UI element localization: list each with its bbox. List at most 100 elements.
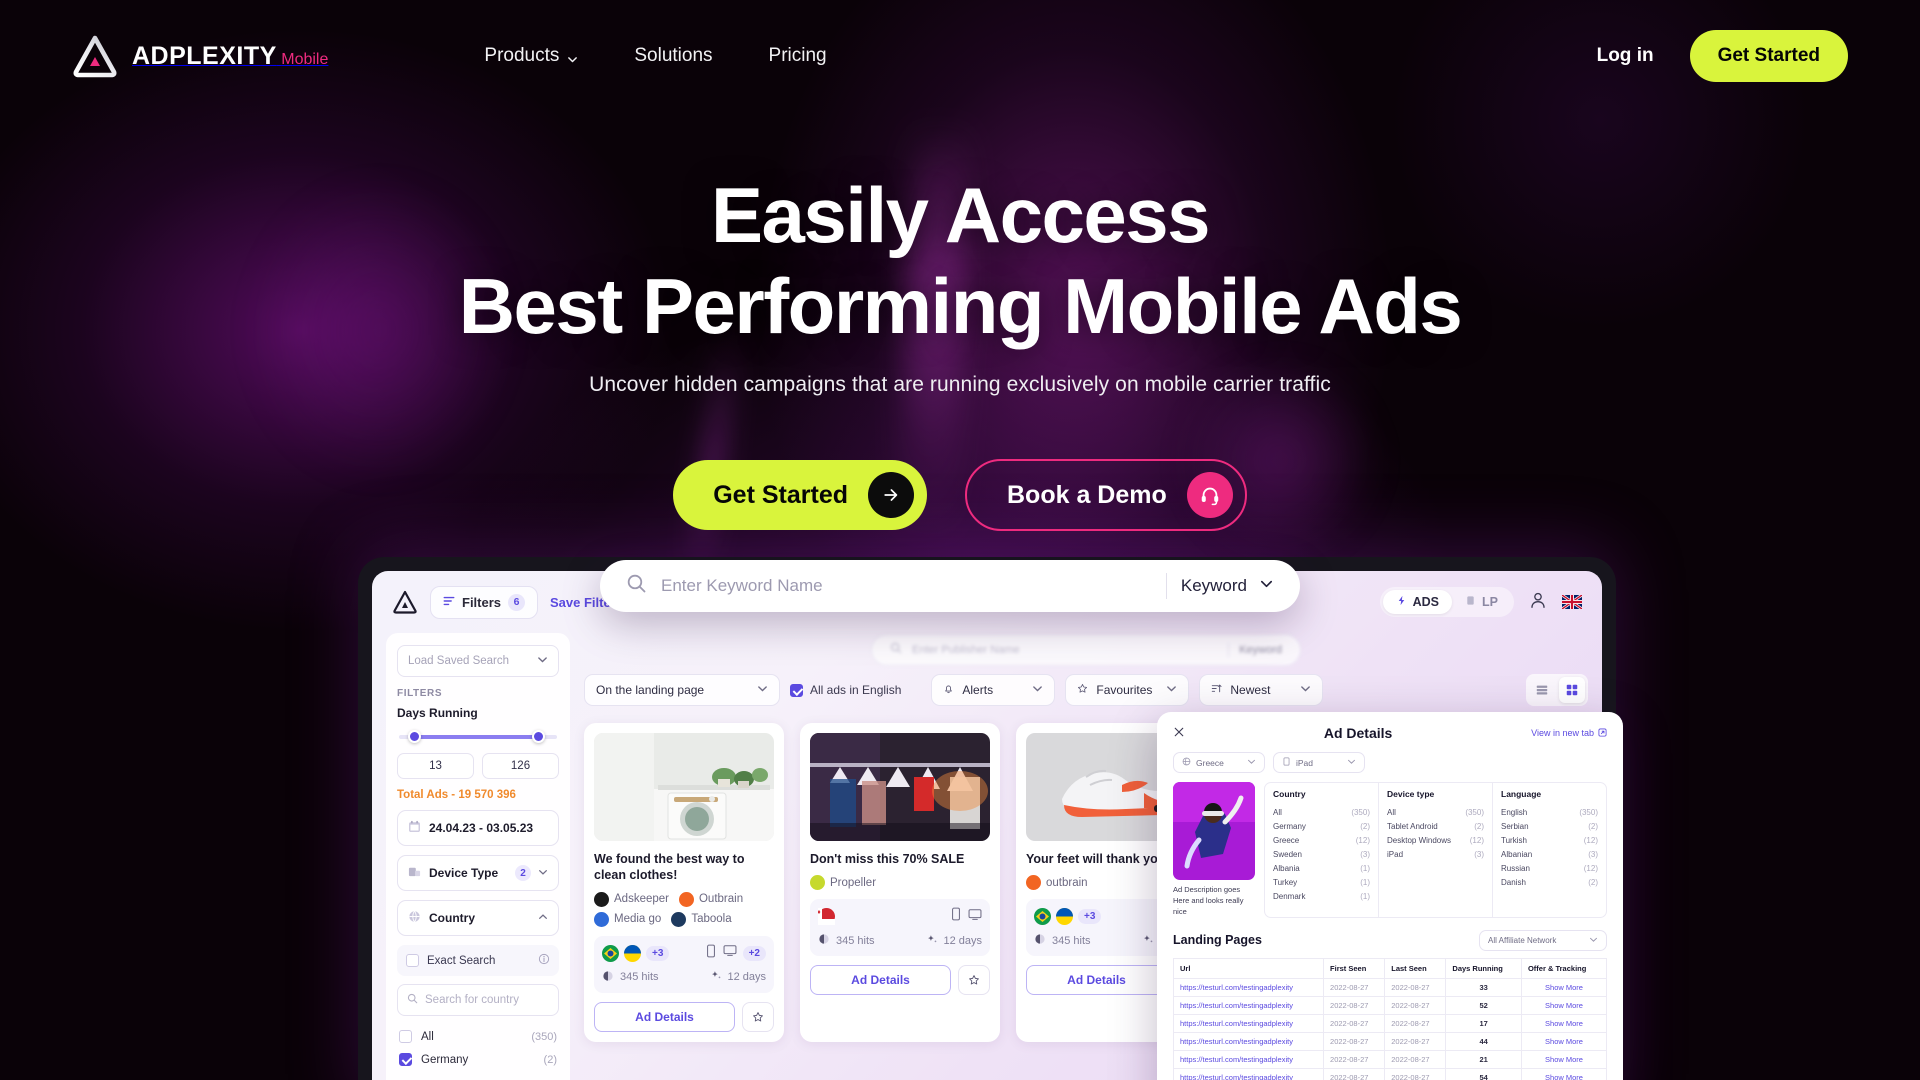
show-more-link[interactable]: Show More [1520,1067,1608,1080]
view-in-new-tab-label: View in new tab [1531,728,1594,738]
favourite-star-button[interactable] [742,1001,774,1032]
hero-search-bar[interactable]: Enter Keyword Name Keyword [600,560,1300,612]
app-topbar-actions: ADS LP [1379,587,1583,617]
table-row: iPad (3) [1387,847,1484,861]
show-more-link[interactable]: Show More [1520,1049,1608,1069]
nav-item-products[interactable]: Products [484,45,578,67]
exact-search-row[interactable]: Exact Search [397,945,559,976]
row-value: (12) [1469,835,1484,845]
search-mode-select[interactable]: Keyword [1181,576,1274,596]
filters-button[interactable]: Filters 6 [430,585,539,619]
hero-subtitle: Uncover hidden campaigns that are runnin… [589,373,1331,397]
favourites-select[interactable]: Favourites [1065,674,1190,706]
table-row: Serbian (2) [1501,819,1598,833]
show-more-link[interactable]: Show More [1520,977,1608,997]
view-in-new-tab-link[interactable]: View in new tab [1531,727,1607,739]
date-range-value: 24.04.23 - 03.05.23 [429,821,534,835]
exact-search-checkbox[interactable] [406,954,419,967]
sparkle-icon [1143,934,1154,948]
sort-select[interactable]: Newest [1199,674,1324,706]
country-filter-header[interactable]: Country [397,900,559,936]
country-option-all[interactable]: All (350) [397,1025,559,1048]
all-ads-english-toggle[interactable]: All ads in English [790,683,901,697]
language-flag-uk-icon[interactable] [1561,593,1583,611]
ad-card[interactable]: We found the best way to clean clothes! … [584,723,784,1042]
ad-card[interactable]: Don't miss this 70% SALE Propeller 345 h… [800,723,1000,1042]
segment-ads[interactable]: ADS [1382,590,1453,614]
ads-lp-toggle[interactable]: ADS LP [1379,587,1514,617]
days-min-input[interactable]: 13 [397,753,474,779]
hero-get-started-button[interactable]: Get Started [673,460,927,531]
filters-heading: FILTERS [397,688,443,699]
cell-url[interactable]: https://testurl.com/testingadplexity [1172,1031,1325,1051]
propeller-icon [810,875,825,891]
country-count: (2) [543,1053,557,1066]
days-max-input[interactable]: 126 [482,753,559,779]
show-more-link[interactable]: Show More [1520,995,1608,1015]
search-icon [626,573,647,599]
country-search-input[interactable]: Search for country [397,984,559,1016]
country-checkbox[interactable] [399,1053,412,1066]
chevron-down-icon [1300,683,1311,697]
load-saved-search-select[interactable]: Load Saved Search [397,645,559,677]
row-label: Denmark [1273,891,1306,901]
load-saved-search-label: Load Saved Search [408,655,510,667]
cell-url[interactable]: https://testurl.com/testingadplexity [1172,977,1325,997]
results-toolbar: On the landing page All ads in English A… [584,667,1588,713]
country-checkbox[interactable] [399,1030,412,1043]
flag-brazil-icon [1034,908,1051,926]
page-icon [1465,595,1476,609]
info-icon[interactable] [538,953,550,968]
cell-url[interactable]: https://testurl.com/testingadplexity [1172,1013,1325,1033]
all-ads-english-checkbox[interactable] [790,683,803,697]
ad-details-button[interactable]: Ad Details [594,1001,735,1032]
table-row: https://testurl.com/testingadplexity 202… [1172,977,1608,997]
grid-view-button[interactable] [1559,677,1585,703]
table-row: All (350) [1387,805,1484,819]
nav-item-solutions[interactable]: Solutions [634,45,712,67]
show-more-link[interactable]: Show More [1520,1013,1608,1033]
login-link[interactable]: Log in [1597,45,1654,67]
row-label: Albanian [1501,849,1533,859]
segment-lp[interactable]: LP [1452,590,1511,614]
chevron-down-icon [1347,757,1356,768]
nav-label: Solutions [634,45,713,66]
logo-link[interactable]: ADPLEXITY Mobile [72,33,328,79]
date-range-filter[interactable]: 24.04.23 - 03.05.23 [397,810,559,846]
favourite-star-button[interactable] [958,965,990,996]
nav-item-pricing[interactable]: Pricing [769,45,827,67]
modal-breakdown-tables: Country All (350) Germany (2) Greece (12) S… [1264,782,1607,918]
row-label: Greece [1273,835,1300,845]
slider-knob-max[interactable] [531,730,545,743]
hero-book-demo-button[interactable]: Book a Demo [965,459,1247,532]
landing-page-label: On the landing page [596,683,705,697]
cta-secondary-label: Book a Demo [1007,480,1167,509]
days-running-label: Days Running [397,706,478,720]
header-get-started-button[interactable]: Get Started [1689,30,1848,82]
close-icon[interactable] [1173,726,1185,740]
device-type-filter[interactable]: Device Type 2 [397,855,559,891]
cell-url[interactable]: https://testurl.com/testingadplexity [1172,1067,1325,1080]
country-option-germany[interactable]: Germany (2) [397,1048,559,1071]
arrow-right-icon [868,472,914,519]
cell-url[interactable]: https://testurl.com/testingadplexity [1172,1049,1325,1069]
days-running-slider[interactable] [399,730,557,744]
ad-details-button[interactable]: Ad Details [1026,965,1167,996]
alerts-select[interactable]: Alerts [931,674,1056,706]
user-account-icon[interactable] [1528,590,1548,615]
slider-knob-min[interactable] [408,730,422,743]
keyword-search-input[interactable]: Enter Keyword Name [661,576,1152,596]
landing-page-select[interactable]: On the landing page [584,674,780,706]
modal-device-select[interactable]: iPad [1273,752,1365,773]
list-view-button[interactable] [1529,677,1555,703]
affiliate-network-select[interactable]: All Affiliate Network [1479,929,1607,951]
cell-url[interactable]: https://testurl.com/testingadplexity [1172,995,1325,1015]
ad-details-button[interactable]: Ad Details [810,965,951,996]
cell-first-seen: 2022-08-27 [1323,1013,1386,1033]
network-name: Media go [614,913,662,925]
chevron-down-icon [567,49,578,62]
modal-country-select[interactable]: Greece [1173,752,1265,773]
show-more-link[interactable]: Show More [1520,1031,1608,1051]
filter-icon [443,595,455,610]
chevron-down-icon [537,654,548,668]
